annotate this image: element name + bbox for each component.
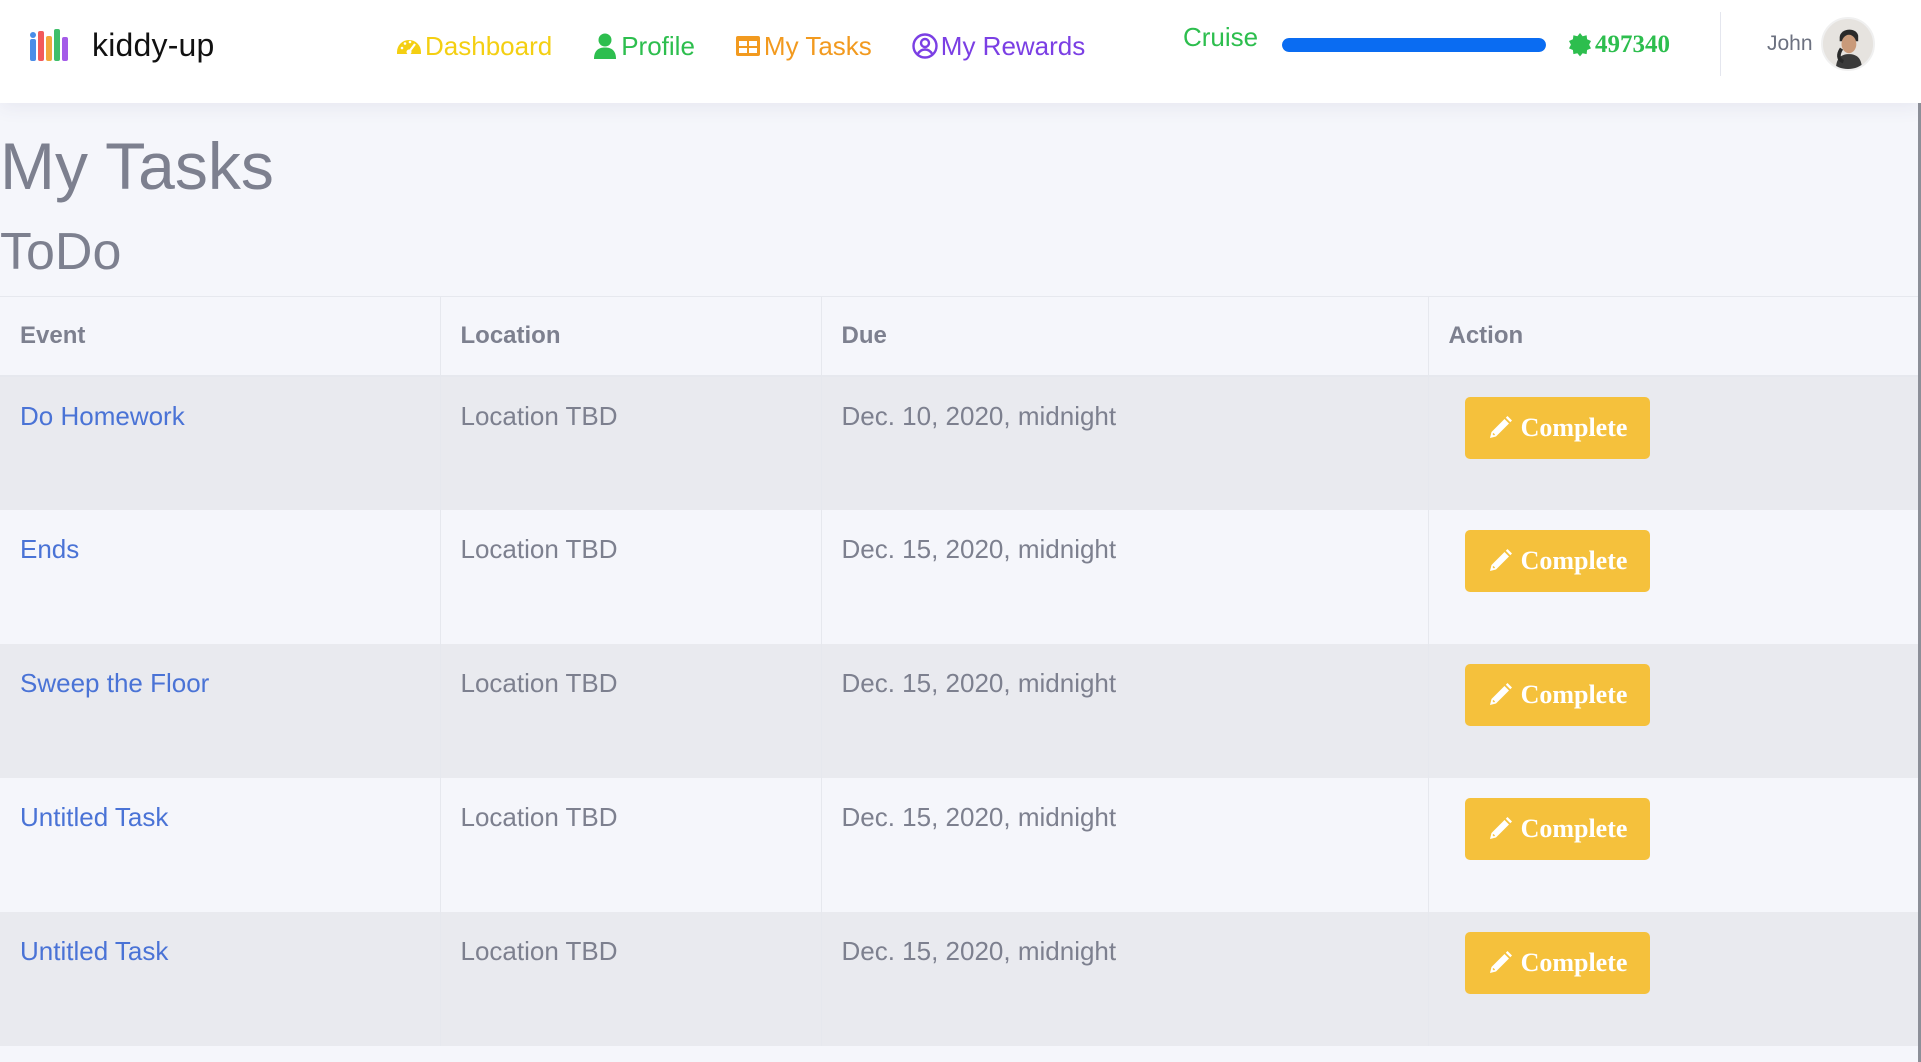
tasks-table: Event Location Due Action Do Homework Lo…	[0, 296, 1921, 1046]
nav-profile-label: Profile	[621, 30, 695, 61]
nav-dashboard[interactable]: Dashboard	[394, 31, 552, 62]
complete-button[interactable]: Complete	[1464, 931, 1650, 994]
due-cell: Dec. 15, 2020, midnight	[821, 777, 1429, 912]
pencil-icon	[1489, 950, 1512, 973]
due-cell: Dec. 10, 2020, midnight	[821, 375, 1429, 510]
event-link[interactable]: Untitled Task	[20, 936, 168, 966]
complete-button-label: Complete	[1520, 679, 1628, 709]
nav-profile[interactable]: Profile	[590, 31, 695, 62]
user-name: John	[1767, 32, 1813, 55]
table-header-row: Event Location Due Action	[0, 296, 1921, 377]
action-cell: Complete	[1428, 375, 1921, 510]
location-cell: Location TBD	[440, 509, 822, 644]
action-cell: Complete	[1428, 911, 1921, 1046]
user-circle-icon	[912, 33, 938, 59]
level-label: Cruise	[1183, 22, 1259, 52]
location-cell: Location TBD	[440, 375, 822, 510]
table-row: Do Homework Location TBD Dec. 10, 2020, …	[0, 375, 1921, 510]
nav-my-tasks-label: My Tasks	[763, 30, 872, 61]
complete-button[interactable]: Complete	[1464, 396, 1650, 459]
section-title: ToDo	[0, 223, 122, 281]
location-cell: Location TBD	[440, 911, 822, 1046]
kiddy-up-logo-icon	[30, 29, 68, 61]
complete-button-label: Complete	[1520, 412, 1628, 442]
nav-my-rewards[interactable]: My Rewards	[910, 31, 1085, 62]
due-cell: Dec. 15, 2020, midnight	[821, 911, 1429, 1046]
action-cell: Complete	[1428, 777, 1921, 912]
event-cell: Ends	[0, 509, 441, 644]
location-cell: Location TBD	[440, 643, 822, 778]
event-cell: Untitled Task	[0, 777, 441, 912]
user-menu[interactable]: John	[1767, 16, 1875, 72]
user-icon	[594, 33, 617, 59]
event-cell: Do Homework	[0, 375, 441, 510]
speedometer-icon	[397, 40, 421, 55]
location-cell: Location TBD	[440, 777, 822, 912]
complete-button-label: Complete	[1520, 813, 1628, 843]
event-link[interactable]: Do Homework	[20, 401, 185, 431]
table-row: Untitled Task Location TBD Dec. 15, 2020…	[0, 911, 1921, 1046]
event-link[interactable]: Ends	[20, 534, 79, 564]
column-header-due: Due	[821, 296, 1429, 377]
badge-icon	[1569, 33, 1591, 57]
level-progress-fill	[1282, 38, 1546, 52]
column-header-action: Action	[1428, 296, 1921, 377]
event-cell: Untitled Task	[0, 911, 441, 1046]
complete-button-label: Complete	[1520, 947, 1628, 977]
due-cell: Dec. 15, 2020, midnight	[821, 509, 1429, 644]
avatar[interactable]	[1820, 17, 1875, 71]
brand-name: kiddy-up	[92, 26, 215, 63]
points-badge: 497340	[1567, 30, 1670, 60]
event-cell: Sweep the Floor	[0, 643, 441, 778]
nav-my-rewards-label: My Rewards	[940, 30, 1086, 61]
main-nav: Dashboard Profile My Tasks My Rewards	[394, 26, 1123, 66]
nav-my-tasks[interactable]: My Tasks	[733, 31, 872, 62]
complete-button[interactable]: Complete	[1464, 797, 1650, 860]
event-link[interactable]: Untitled Task	[20, 802, 168, 832]
pencil-icon	[1489, 415, 1512, 438]
page-title: My Tasks	[0, 129, 274, 203]
table-row: Sweep the Floor Location TBD Dec. 15, 20…	[0, 643, 1921, 778]
pencil-icon	[1489, 816, 1512, 839]
top-navbar: kiddy-up Dashboard Profile My Tasks My R…	[0, 0, 1921, 103]
avatar-image	[1822, 19, 1873, 69]
nav-dashboard-label: Dashboard	[425, 30, 553, 61]
column-header-location: Location	[440, 296, 822, 377]
due-cell: Dec. 15, 2020, midnight	[821, 643, 1429, 778]
complete-button-label: Complete	[1520, 545, 1628, 575]
navbar-divider	[1720, 12, 1721, 76]
pencil-icon	[1489, 682, 1512, 705]
table-row: Ends Location TBD Dec. 15, 2020, midnigh…	[0, 509, 1921, 644]
complete-button[interactable]: Complete	[1464, 529, 1650, 592]
points-value: 497340	[1595, 31, 1670, 58]
pencil-icon	[1489, 548, 1512, 571]
level-progress-bar	[1282, 38, 1546, 52]
table-icon	[735, 36, 760, 56]
brand[interactable]: kiddy-up	[28, 22, 215, 68]
complete-button[interactable]: Complete	[1464, 663, 1650, 726]
action-cell: Complete	[1428, 643, 1921, 778]
action-cell: Complete	[1428, 509, 1921, 644]
table-row: Untitled Task Location TBD Dec. 15, 2020…	[0, 777, 1921, 912]
column-header-event: Event	[0, 296, 441, 377]
event-link[interactable]: Sweep the Floor	[20, 668, 209, 698]
